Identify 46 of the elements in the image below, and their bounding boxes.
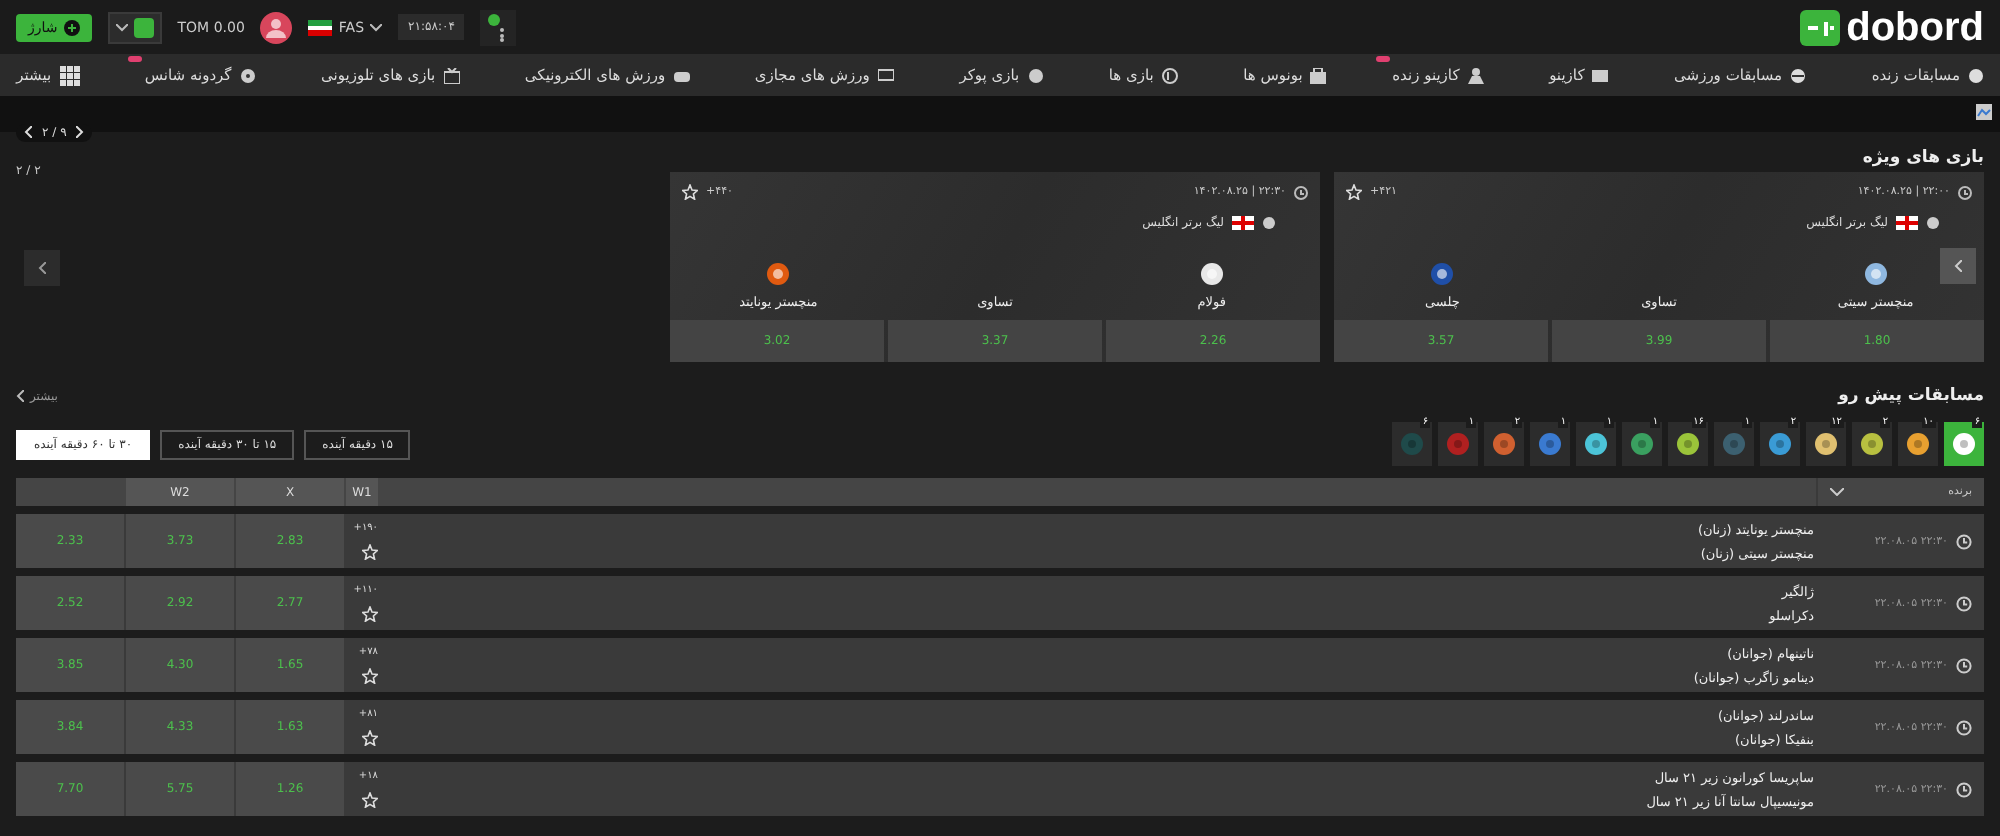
dealer-icon bbox=[1467, 67, 1484, 83]
clock-icon bbox=[1956, 719, 1972, 735]
avatar[interactable] bbox=[260, 11, 293, 43]
flag-icon bbox=[308, 19, 333, 35]
section-title: بازی های ویژه bbox=[1862, 146, 1984, 172]
user-icon bbox=[266, 17, 287, 37]
briefcase-icon bbox=[1310, 67, 1327, 83]
plus-icon bbox=[63, 19, 80, 35]
broken-image-icon bbox=[1976, 104, 1992, 120]
monitor-icon bbox=[877, 67, 894, 83]
card-icon bbox=[1592, 67, 1609, 83]
section-title: مسابقات پیش رو bbox=[1838, 384, 1984, 410]
tv-icon bbox=[443, 67, 460, 83]
clock-icon bbox=[1956, 781, 1972, 797]
star-icon bbox=[362, 668, 378, 684]
chevron-down-icon bbox=[370, 23, 383, 31]
flag-icon bbox=[1232, 216, 1254, 230]
star-icon bbox=[362, 792, 378, 808]
chevron-left-icon bbox=[16, 390, 24, 402]
logo-icon bbox=[1800, 9, 1841, 45]
chevron-right-icon bbox=[76, 126, 85, 138]
chevron-down-icon bbox=[1830, 488, 1844, 496]
wheel-icon bbox=[239, 67, 256, 83]
chevron-left-icon bbox=[24, 126, 32, 138]
star-icon bbox=[362, 544, 378, 560]
star-icon bbox=[682, 184, 698, 200]
previous-button[interactable] bbox=[24, 250, 60, 286]
next-button[interactable] bbox=[1940, 248, 1976, 284]
grid-icon bbox=[59, 65, 80, 85]
clock-icon bbox=[1956, 657, 1972, 673]
chevron-left-icon bbox=[1954, 260, 1962, 272]
chevron-down-icon bbox=[115, 23, 128, 31]
clock-icon bbox=[1956, 533, 1972, 549]
logo-text: dobord bbox=[1846, 7, 1984, 47]
star-icon bbox=[362, 730, 378, 746]
clock-icon bbox=[1956, 595, 1972, 611]
wallet-icon bbox=[133, 17, 154, 37]
clock-icon bbox=[1294, 185, 1308, 199]
menu-icon bbox=[488, 13, 509, 41]
wallet-dropdown[interactable] bbox=[107, 11, 162, 43]
flag-icon bbox=[1896, 216, 1918, 230]
menu-button[interactable] bbox=[480, 9, 517, 45]
star-icon bbox=[1346, 184, 1362, 200]
chevron-left-icon bbox=[38, 262, 46, 274]
clock-icon bbox=[1958, 185, 1972, 199]
star-icon bbox=[362, 606, 378, 622]
